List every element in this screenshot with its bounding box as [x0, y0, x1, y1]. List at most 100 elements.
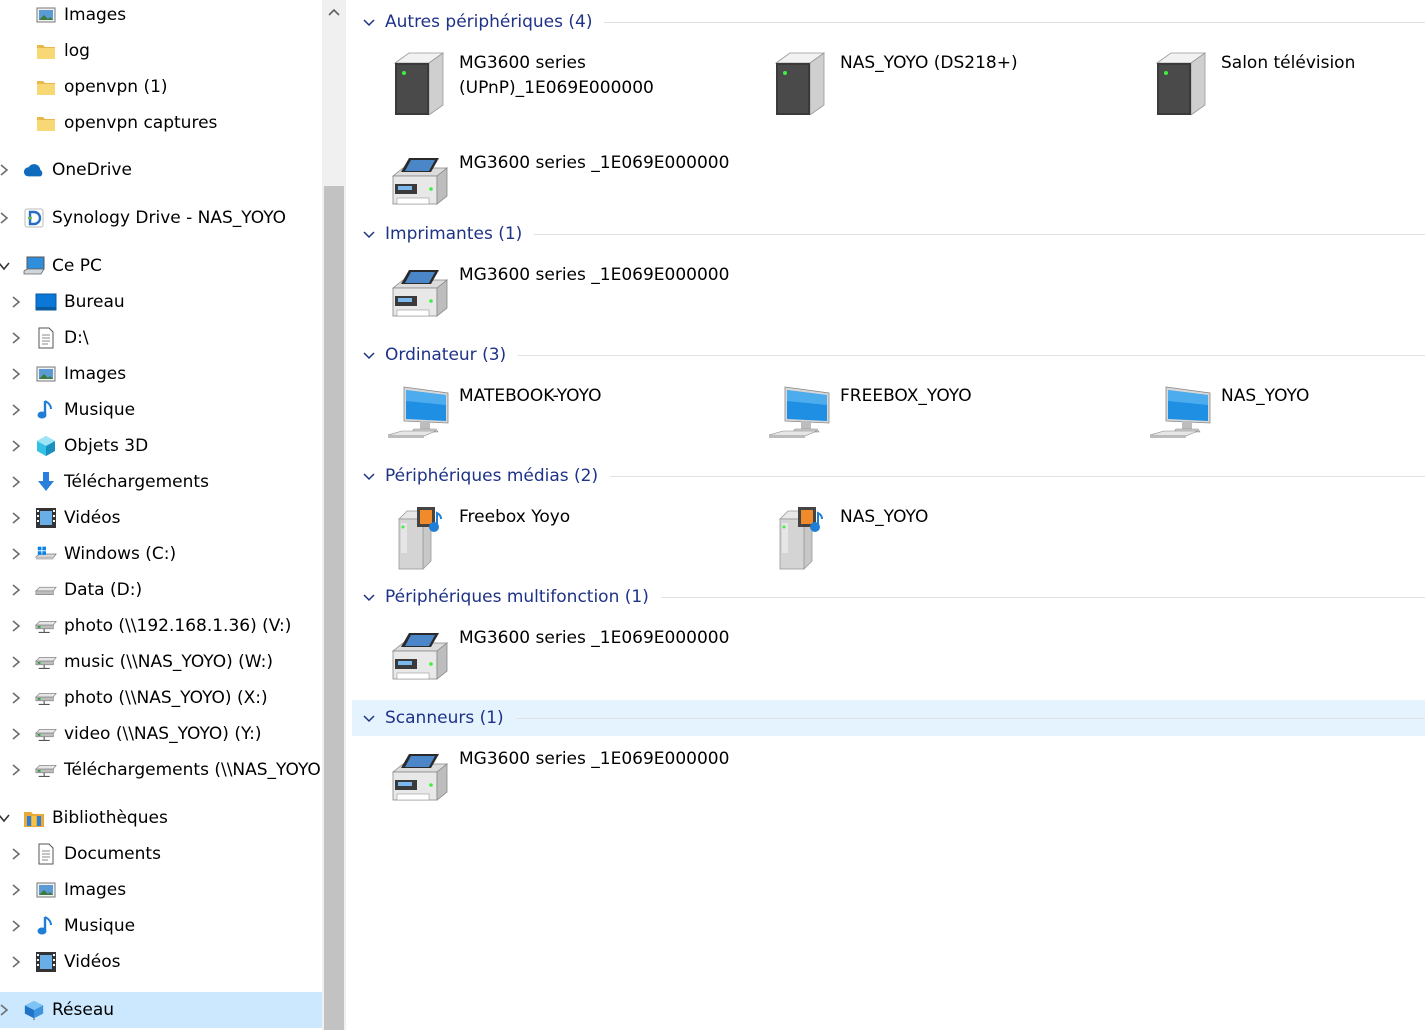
device-item[interactable]: Freebox Yoyo	[384, 502, 754, 582]
nav-item[interactable]: photo (\\NAS_YOYO) (X:)	[0, 680, 322, 716]
chevron-down-icon[interactable]	[362, 590, 376, 604]
desktop-icon	[35, 291, 57, 313]
device-tower-icon	[1146, 48, 1216, 118]
nav-item[interactable]: video (\\NAS_YOYO) (Y:)	[0, 716, 322, 752]
objects-3d-icon	[35, 435, 57, 457]
chevron-right-icon[interactable]	[9, 847, 23, 861]
chevron-right-icon[interactable]	[9, 403, 23, 417]
chevron-right-icon[interactable]	[9, 367, 23, 381]
group-divider	[518, 355, 1425, 356]
chevron-right-icon[interactable]	[9, 439, 23, 453]
chevron-right-icon[interactable]	[9, 619, 23, 633]
nav-item-label: Vidéos	[64, 508, 121, 528]
group-header[interactable]: Ordinateur (3)	[352, 337, 1425, 373]
chevron-right-icon[interactable]	[9, 883, 23, 897]
nav-item[interactable]: Musique	[0, 392, 322, 428]
nav-item[interactable]: D:\	[0, 320, 322, 356]
group-title: Scanneurs (1)	[385, 708, 504, 728]
device-item[interactable]: NAS_YOYO (DS218+)	[765, 48, 1135, 128]
group-divider	[516, 718, 1425, 719]
pictures-icon	[35, 879, 57, 901]
group-divider	[610, 476, 1425, 477]
video-icon	[35, 507, 57, 529]
nav-item[interactable]: Réseau	[0, 992, 322, 1028]
chevron-right-icon[interactable]	[9, 583, 23, 597]
nav-item-label: D:\	[64, 328, 89, 348]
chevron-right-icon[interactable]	[0, 211, 11, 225]
chevron-right-icon[interactable]	[9, 955, 23, 969]
chevron-down-icon[interactable]	[362, 15, 376, 29]
nav-item[interactable]: Images	[0, 872, 322, 908]
chevron-right-icon[interactable]	[0, 163, 11, 177]
nav-item[interactable]: Objets 3D	[0, 428, 322, 464]
computer-monitor-icon	[384, 381, 454, 451]
chevron-down-icon[interactable]	[362, 711, 376, 725]
group-header[interactable]: Autres périphériques (4)	[352, 4, 1425, 40]
group-header[interactable]: Périphériques multifonction (1)	[352, 579, 1425, 615]
group-header[interactable]: Imprimantes (1)	[352, 216, 1425, 252]
scroll-thumb[interactable]	[324, 186, 344, 1030]
chevron-down-icon[interactable]	[362, 469, 376, 483]
nav-item[interactable]: log	[0, 33, 322, 69]
nav-item[interactable]: Musique	[0, 908, 322, 944]
chevron-right-icon[interactable]	[9, 763, 23, 777]
chevron-right-icon[interactable]	[9, 919, 23, 933]
nav-item[interactable]: Ce PC	[0, 248, 322, 284]
chevron-right-icon[interactable]	[9, 727, 23, 741]
chevron-right-icon[interactable]	[9, 475, 23, 489]
device-item[interactable]: MG3600 series (UPnP)_1E069E000000	[384, 48, 754, 128]
nav-item[interactable]: Téléchargements	[0, 464, 322, 500]
nav-item-label: Synology Drive - NAS_YOYO	[52, 208, 287, 228]
nav-item-label: Bureau	[64, 292, 125, 312]
chevron-down-icon[interactable]	[362, 348, 376, 362]
nav-item-label: openvpn captures	[64, 113, 218, 133]
nav-item[interactable]: Images	[0, 0, 322, 33]
chevron-down-icon[interactable]	[0, 259, 11, 273]
device-item[interactable]: FREEBOX_YOYO	[765, 381, 1135, 461]
nav-item[interactable]: Bibliothèques	[0, 800, 322, 836]
device-item[interactable]: NAS_YOYO	[765, 502, 1135, 582]
nav-item[interactable]: openvpn (1)	[0, 69, 322, 105]
nav-item[interactable]: Téléchargements (\\NAS_YOYO) (	[0, 752, 322, 788]
nav-item[interactable]: Vidéos	[0, 944, 322, 980]
printer-icon	[384, 260, 454, 330]
chevron-right-icon[interactable]	[9, 295, 23, 309]
chevron-right-icon[interactable]	[9, 547, 23, 561]
chevron-down-icon[interactable]	[0, 811, 11, 825]
device-item[interactable]: MATEBOOK-YOYO	[384, 381, 754, 461]
nav-item-label: video (\\NAS_YOYO) (Y:)	[64, 724, 262, 744]
chevron-down-icon[interactable]	[362, 227, 376, 241]
group-header[interactable]: Scanneurs (1)	[352, 700, 1425, 736]
nav-item-label: Objets 3D	[64, 436, 149, 456]
nav-item[interactable]: Images	[0, 356, 322, 392]
nav-item[interactable]: Vidéos	[0, 500, 322, 536]
nav-item[interactable]: OneDrive	[0, 152, 322, 188]
nav-item[interactable]: openvpn captures	[0, 105, 322, 141]
device-item[interactable]: MG3600 series _1E069E000000	[384, 260, 754, 340]
device-label: NAS_YOYO	[1221, 386, 1310, 406]
nav-item-label: Documents	[64, 844, 161, 864]
nav-item[interactable]: Data (D:)	[0, 572, 322, 608]
group-title: Périphériques multifonction (1)	[385, 587, 649, 607]
chevron-right-icon[interactable]	[9, 511, 23, 525]
nav-item[interactable]: Bureau	[0, 284, 322, 320]
chevron-right-icon[interactable]	[9, 331, 23, 345]
chevron-right-icon[interactable]	[9, 691, 23, 705]
chevron-right-icon[interactable]	[9, 655, 23, 669]
nav-item[interactable]: Documents	[0, 836, 322, 872]
group-header[interactable]: Périphériques médias (2)	[352, 458, 1425, 494]
nav-item-label: Images	[64, 364, 127, 384]
device-item[interactable]: MG3600 series _1E069E000000	[384, 744, 754, 824]
device-item[interactable]: NAS_YOYO	[1146, 381, 1425, 461]
nav-item[interactable]: Windows (C:)	[0, 536, 322, 572]
scroll-up-button[interactable]	[322, 0, 346, 24]
nav-item[interactable]: photo (\\192.168.1.36) (V:)	[0, 608, 322, 644]
printer-icon	[384, 623, 454, 693]
nav-item[interactable]: Synology Drive - NAS_YOYO	[0, 200, 322, 236]
device-item[interactable]: MG3600 series _1E069E000000	[384, 623, 754, 703]
group-divider	[661, 597, 1425, 598]
device-item[interactable]: Salon télévision	[1146, 48, 1425, 128]
nav-scrollbar[interactable]	[322, 0, 346, 1030]
chevron-right-icon[interactable]	[0, 1003, 11, 1017]
nav-item[interactable]: music (\\NAS_YOYO) (W:)	[0, 644, 322, 680]
